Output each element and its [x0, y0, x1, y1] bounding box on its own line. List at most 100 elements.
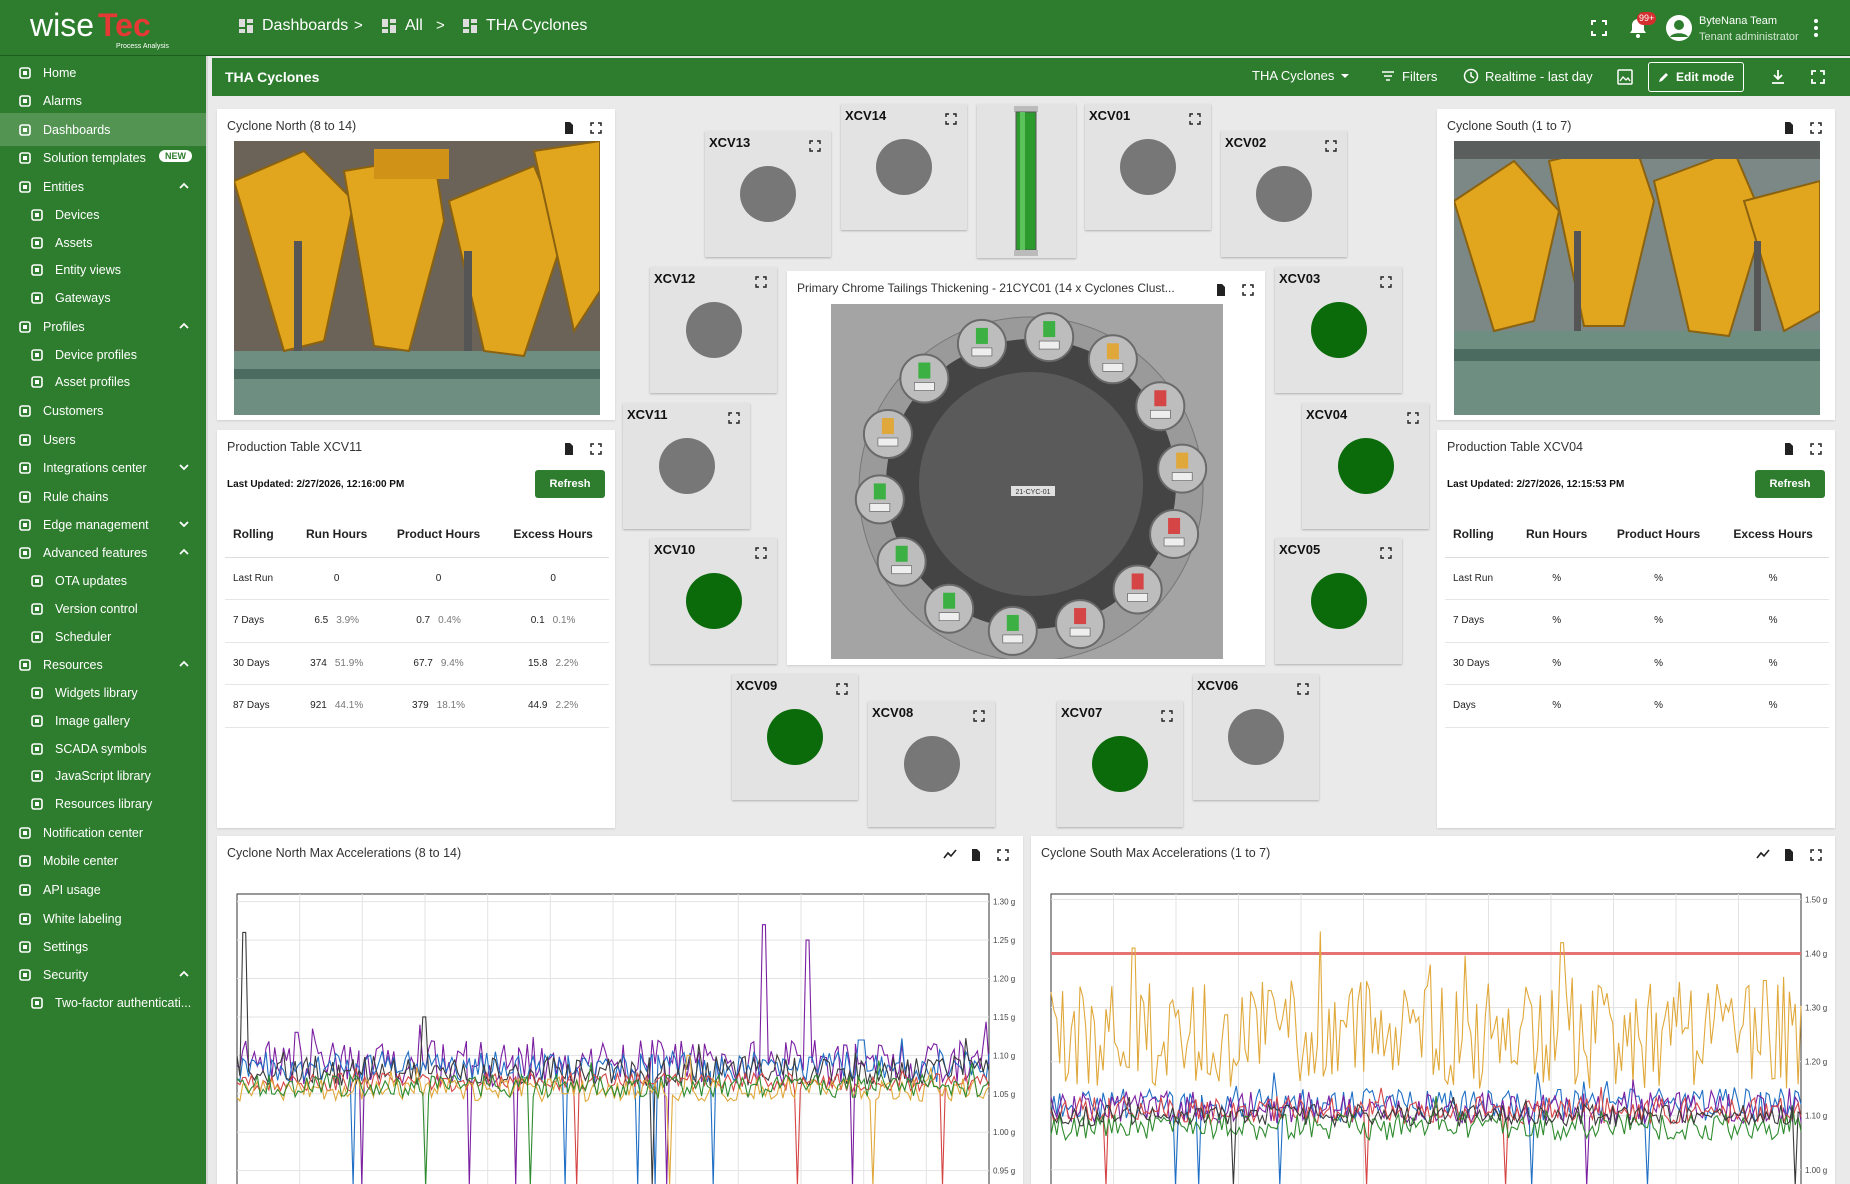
brand-logo[interactable]: wise Tec Process Analysis	[28, 6, 188, 50]
profiles-icon	[19, 320, 31, 333]
widgets-icon	[31, 686, 43, 699]
valve-xcv05[interactable]: XCV05	[1275, 538, 1402, 664]
valve-xcv14[interactable]: XCV14	[841, 104, 967, 230]
expand-icon[interactable]	[1297, 683, 1309, 695]
logo-text-wise: wise	[29, 7, 94, 43]
refresh-button[interactable]: Refresh	[1755, 470, 1825, 498]
valve-status-indicator	[658, 438, 715, 494]
fullscreen-icon[interactable]	[1587, 16, 1611, 40]
sidebar-item-label: Advanced features	[43, 545, 148, 560]
chevron-up-icon[interactable]	[178, 968, 190, 980]
cluster-cyclone	[1135, 381, 1186, 432]
api-icon	[19, 883, 31, 896]
valve-xcv08[interactable]: XCV08	[868, 701, 995, 827]
fullscreen-icon[interactable]	[1809, 68, 1827, 86]
valve-xcv07[interactable]: XCV07	[1057, 701, 1183, 827]
chart-toggle-icon[interactable]	[943, 848, 957, 862]
chevron-up-icon[interactable]	[178, 658, 190, 670]
chevron-down-icon[interactable]	[178, 518, 190, 530]
chevron-down-icon[interactable]	[178, 461, 190, 473]
sidebar-item-label: API usage	[43, 882, 101, 897]
expand-icon[interactable]	[728, 412, 740, 424]
expand-icon[interactable]	[836, 683, 848, 695]
valve-xcv03[interactable]: XCV03	[1275, 267, 1402, 393]
north-acceleration-chart[interactable]: 0.95 g 1.00 g 1.05 g 1.10 g 1.15 g 1.20 g 1.25…	[217, 886, 1023, 1184]
export-icon[interactable]	[1782, 848, 1796, 862]
expand-icon[interactable]	[589, 442, 603, 456]
valve-xcv11[interactable]: XCV11	[623, 403, 750, 529]
row-label: Days	[1445, 684, 1514, 728]
chart-toggle-icon[interactable]	[1756, 848, 1770, 862]
chevron-up-icon[interactable]	[178, 180, 190, 192]
expand-icon[interactable]	[1325, 140, 1337, 152]
cluster-cyclone	[899, 353, 950, 404]
breadcrumb-current[interactable]: THA Cyclones	[462, 17, 587, 35]
row-label: 7 Days	[1445, 599, 1514, 643]
expand-icon[interactable]	[945, 113, 957, 125]
mobile-icon	[19, 854, 31, 867]
valve-xcv01[interactable]: XCV01	[1085, 104, 1211, 230]
dashboard-state-select[interactable]: THA Cyclones	[1252, 68, 1350, 83]
valve-xcv10[interactable]: XCV10	[650, 538, 777, 664]
sidebar-item-two-factor-authenticati[interactable]: Two-factor authenticati...	[0, 986, 206, 1019]
expand-icon[interactable]	[1161, 710, 1173, 722]
edit-mode-button[interactable]: Edit mode	[1648, 62, 1744, 92]
expand-icon[interactable]	[996, 848, 1010, 862]
cell-percent: 9.4%	[440, 657, 464, 669]
export-icon[interactable]	[562, 121, 576, 135]
expand-icon[interactable]	[755, 547, 767, 559]
expand-icon[interactable]	[1809, 848, 1823, 862]
expand-icon[interactable]	[1380, 276, 1392, 288]
export-icon[interactable]	[562, 442, 576, 456]
cell-value: 0	[435, 572, 442, 584]
chevron-up-icon[interactable]	[178, 320, 190, 332]
dashboard-icon	[463, 19, 477, 33]
chevron-up-icon[interactable]	[178, 546, 190, 558]
timewindow-button[interactable]: Realtime - last day	[1463, 68, 1593, 84]
breadcrumb-label: THA Cyclones	[486, 17, 588, 34]
expand-icon[interactable]	[1407, 412, 1419, 424]
more-vert-icon[interactable]	[1804, 16, 1828, 40]
image-export-icon[interactable]	[1616, 68, 1634, 86]
valve-xcv09[interactable]: XCV09	[732, 674, 858, 800]
expand-icon[interactable]	[1189, 113, 1201, 125]
image-gallery-icon	[31, 714, 43, 727]
export-icon[interactable]	[1782, 442, 1796, 456]
level-gauge	[1014, 106, 1038, 256]
breadcrumb-all[interactable]: All	[381, 17, 423, 35]
sidebar-item-label: Device profiles	[55, 347, 137, 362]
expand-icon[interactable]	[809, 140, 821, 152]
export-icon[interactable]	[969, 848, 983, 862]
valve-label: XCV10	[654, 542, 696, 557]
export-icon[interactable]	[1782, 121, 1796, 135]
table-cell: %	[1599, 642, 1718, 685]
refresh-button[interactable]: Refresh	[535, 470, 605, 498]
breadcrumb-dashboards[interactable]: Dashboards	[238, 17, 348, 35]
cluster-cyclone	[876, 536, 927, 587]
south-acceleration-chart[interactable]: 1.00 g 1.10 g 1.20 g 1.30 g 1.40 g 1.50 g	[1031, 886, 1835, 1184]
expand-icon[interactable]	[1380, 547, 1392, 559]
valve-xcv06[interactable]: XCV06	[1193, 674, 1319, 800]
account-icon[interactable]	[1665, 14, 1693, 42]
filters-button[interactable]: Filters	[1380, 68, 1437, 84]
valve-xcv02[interactable]: XCV02	[1221, 131, 1347, 257]
expand-icon[interactable]	[1809, 442, 1823, 456]
export-icon[interactable]	[1214, 283, 1228, 297]
expand-icon[interactable]	[1241, 283, 1255, 297]
valve-label: XCV02	[1225, 135, 1267, 150]
expand-icon[interactable]	[1809, 121, 1823, 135]
download-icon[interactable]	[1769, 68, 1787, 86]
expand-icon[interactable]	[973, 710, 985, 722]
valve-xcv04[interactable]: XCV04	[1302, 403, 1429, 529]
expand-icon[interactable]	[755, 276, 767, 288]
sidebar-item-label: Profiles	[43, 319, 85, 334]
cell-value: %	[1768, 572, 1778, 584]
expand-icon[interactable]	[589, 121, 603, 135]
table-row: 87 Days 921 44.1% 379 18.1% 44.9 2.2%	[225, 684, 609, 728]
notification-icon	[19, 826, 31, 839]
valve-status-indicator	[1310, 302, 1367, 358]
valve-xcv12[interactable]: XCV12	[650, 267, 777, 393]
cell-percent: 3.9%	[336, 615, 360, 627]
valve-xcv13[interactable]: XCV13	[705, 131, 831, 257]
valve-label: XCV08	[872, 705, 914, 720]
